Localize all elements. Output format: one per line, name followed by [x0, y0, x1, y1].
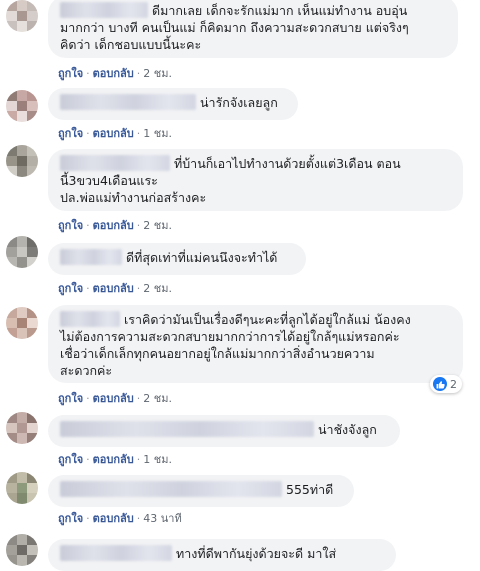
avatar[interactable] — [6, 534, 38, 566]
reply-link[interactable]: ตอบกลับ — [93, 392, 134, 405]
comment-bubble: เราคิดว่ามันเป็นเรื่องดีๆนะคะที่ลูกได้อย… — [48, 305, 463, 383]
comment-text-line: ไม่ต้องการความสะดวกสบายมากกว่าการได้อยู่… — [60, 329, 400, 344]
reply-link[interactable]: ตอบกลับ — [93, 512, 134, 525]
comment-text-line: 555ท่าดี — [286, 482, 334, 497]
commenter-name[interactable] — [60, 155, 170, 171]
comment-actions: ถูกใจ · ตอบกลับ · 2 ชม. — [58, 282, 172, 295]
comment-bubble: ที่บ้านก็เอาไปทำงานด้วยตั้งแต่3เดือน ตอน… — [48, 149, 463, 211]
comment-text-line: ที่บ้านก็เอาไปทำงานด้วยตั้งแต่3เดือน ตอน — [174, 156, 401, 171]
comment-bubble: น่ารักจังเลยลูก — [48, 88, 298, 120]
like-link[interactable]: ถูกใจ — [58, 219, 83, 232]
avatar[interactable] — [6, 412, 38, 444]
comment-actions: ถูกใจ · ตอบกลับ · 2 ชม. — [58, 219, 172, 232]
avatar[interactable] — [6, 145, 38, 177]
like-link[interactable]: ถูกใจ — [58, 512, 83, 525]
reply-link[interactable]: ตอบกลับ — [93, 453, 134, 466]
comment-text-line: น่าชังจังลูก — [318, 422, 377, 437]
comment-actions: ถูกใจ · ตอบกลับ · 43 นาที — [58, 512, 182, 525]
avatar[interactable] — [6, 0, 38, 32]
comment-text-line: คิดว่า เด็กชอบแบบนี้นะคะ — [60, 37, 202, 52]
like-link[interactable]: ถูกใจ — [58, 127, 83, 140]
like-reaction-icon — [433, 377, 447, 391]
comment-time[interactable]: 2 ชม. — [143, 219, 172, 232]
comment-bubble: ดีมากเลย เด็กจะรักแม่มาก เห็นแม่ทำงาน อบ… — [48, 0, 458, 58]
like-link[interactable]: ถูกใจ — [58, 282, 83, 295]
reply-link[interactable]: ตอบกลับ — [93, 127, 134, 140]
reaction-count-number: 2 — [450, 377, 457, 391]
avatar[interactable] — [6, 90, 38, 122]
reply-link[interactable]: ตอบกลับ — [93, 67, 134, 80]
comment-time[interactable]: 43 นาที — [143, 512, 181, 525]
comment-actions: ถูกใจ · ตอบกลับ · 1 ชม. — [58, 453, 172, 466]
comment-bubble: ดีที่สุดเท่าที่แม่คนนึงจะทำได้ — [48, 243, 306, 275]
comment-actions: ถูกใจ · ตอบกลับ · 1 ชม. — [58, 127, 172, 140]
reply-link[interactable]: ตอบกลับ — [93, 219, 134, 232]
avatar[interactable] — [6, 307, 38, 339]
avatar[interactable] — [6, 236, 38, 268]
reaction-count[interactable]: 2 — [430, 375, 462, 393]
comment-time[interactable]: 2 ชม. — [143, 392, 172, 405]
comment-text-line: ปล.พ่อแม่ทำงานก่อสร้างคะ — [60, 190, 207, 205]
comment-text-line: นี้3ขวบ4เดือนแระ — [60, 173, 158, 188]
commenter-name[interactable] — [60, 2, 148, 18]
like-link[interactable]: ถูกใจ — [58, 67, 83, 80]
comment-bubble: 555ท่าดี — [48, 475, 354, 507]
comment-text-line: ดีที่สุดเท่าที่แม่คนนึงจะทำได้ — [126, 250, 278, 265]
comment-bubble: ทางที่ดีพากันยุ่งด้วยจะดี มาใส่ — [48, 539, 396, 571]
comment-text-line: มากกว่า บางที คนเป็นแม่ ก็คิดมาก ถึงความ… — [60, 20, 409, 35]
commenter-name[interactable] — [60, 311, 120, 327]
reply-link[interactable]: ตอบกลับ — [93, 282, 134, 295]
comment-actions: ถูกใจ · ตอบกลับ · 2 ชม. — [58, 67, 172, 80]
comment-bubble: น่าชังจังลูก — [48, 415, 400, 447]
comment-actions: ถูกใจ · ตอบกลับ · 2 ชม. — [58, 392, 172, 405]
comment-text-line: ดีมากเลย เด็กจะรักแม่มาก เห็นแม่ทำงาน อบ… — [152, 3, 408, 18]
comment-text-line: เราคิดว่ามันเป็นเรื่องดีๆนะคะที่ลูกได้อย… — [124, 312, 411, 327]
comment-text-line: สะดวกค่ะ — [60, 363, 113, 378]
comment-text-line: น่ารักจังเลยลูก — [200, 95, 278, 110]
commenter-name[interactable] — [60, 94, 196, 110]
comment-time[interactable]: 1 ชม. — [143, 127, 172, 140]
comment-text-line: เชื่อว่าเด็กเล็กทุกคนอยากอยู่ใกล้แม่มากก… — [60, 346, 375, 361]
like-link[interactable]: ถูกใจ — [58, 453, 83, 466]
comment-time[interactable]: 2 ชม. — [143, 282, 172, 295]
avatar[interactable] — [6, 472, 38, 504]
like-link[interactable]: ถูกใจ — [58, 392, 83, 405]
comment-time[interactable]: 1 ชม. — [143, 453, 172, 466]
commenter-name[interactable] — [60, 249, 122, 265]
commenter-name[interactable] — [60, 421, 314, 437]
comment-time[interactable]: 2 ชม. — [143, 67, 172, 80]
commenter-name[interactable] — [60, 481, 282, 497]
